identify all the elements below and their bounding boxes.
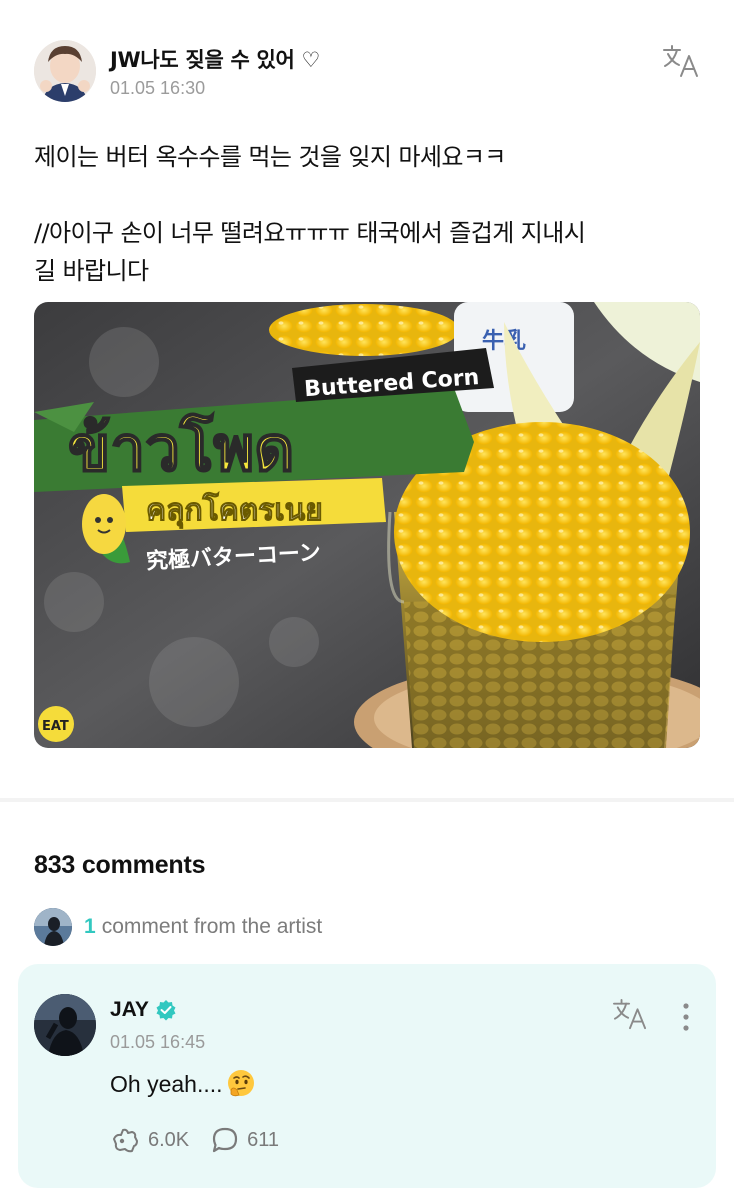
comment-text-row: Oh yeah.... [110, 1068, 257, 1100]
section-divider [0, 798, 734, 802]
commenter-name-row: JAY [110, 998, 177, 1022]
comment-text: Oh yeah.... [110, 1070, 223, 1097]
image-thai-title: ข้าวโพด [68, 412, 294, 485]
thinking-face-emoji [227, 1070, 254, 1097]
like-icon [113, 1128, 138, 1153]
comment-timestamp: 01.05 16:45 [110, 1032, 206, 1052]
eat-logo: EAT [38, 706, 74, 742]
artist-mini-avatar [34, 908, 72, 946]
like-count: 6.0K [148, 1128, 190, 1151]
reply-button[interactable]: 611 [211, 1126, 279, 1154]
reply-count: 611 [247, 1128, 280, 1151]
comment-actions: 6.0K 611 [110, 1126, 279, 1154]
comments-count: 833 comments [34, 851, 206, 879]
post-text: 제이는 버터 옥수수를 먹는 것을 잊지 마세요ㅋㅋ //아이구 손이 너무 떨… [34, 143, 586, 285]
commenter-name[interactable]: JAY [110, 998, 149, 1022]
author-name[interactable]: JW나도 짖을 수 있어 ♡ [110, 44, 320, 74]
artist-comments-filter[interactable]: 1 comment from the artist [34, 907, 322, 947]
image-thai-subtitle: คลุกโคตรเนย [146, 491, 323, 529]
artist-comment-label: 1 comment from the artist [84, 915, 322, 939]
author-avatar[interactable] [34, 40, 96, 102]
artist-comment-text: comment from the artist [101, 915, 323, 938]
comment-bubble-icon [213, 1127, 238, 1153]
translate-icon[interactable] [662, 44, 700, 78]
artist-comment-count: 1 [84, 915, 96, 938]
like-button[interactable]: 6.0K [110, 1126, 189, 1154]
eat-logo-text: EAT [42, 719, 69, 734]
milk-label: 牛乳 [482, 328, 526, 354]
post-header: JW나도 짖을 수 있어 ♡ 01.05 16:30 [34, 40, 700, 104]
more-vertical-icon[interactable] [676, 1000, 696, 1034]
comment-translate-icon[interactable] [612, 998, 648, 1030]
verified-badge-icon [156, 1000, 176, 1021]
commenter-avatar[interactable] [34, 994, 96, 1056]
post-image[interactable]: 牛乳 ข้าวโพด Buttered Corn คลุกโคตรเนย 究極バ… [34, 302, 700, 748]
artist-comment-card: JAY 01.05 16:45 Oh yeah.... 6.0K 611 [18, 964, 716, 1188]
post-timestamp: 01.05 16:30 [110, 78, 206, 98]
